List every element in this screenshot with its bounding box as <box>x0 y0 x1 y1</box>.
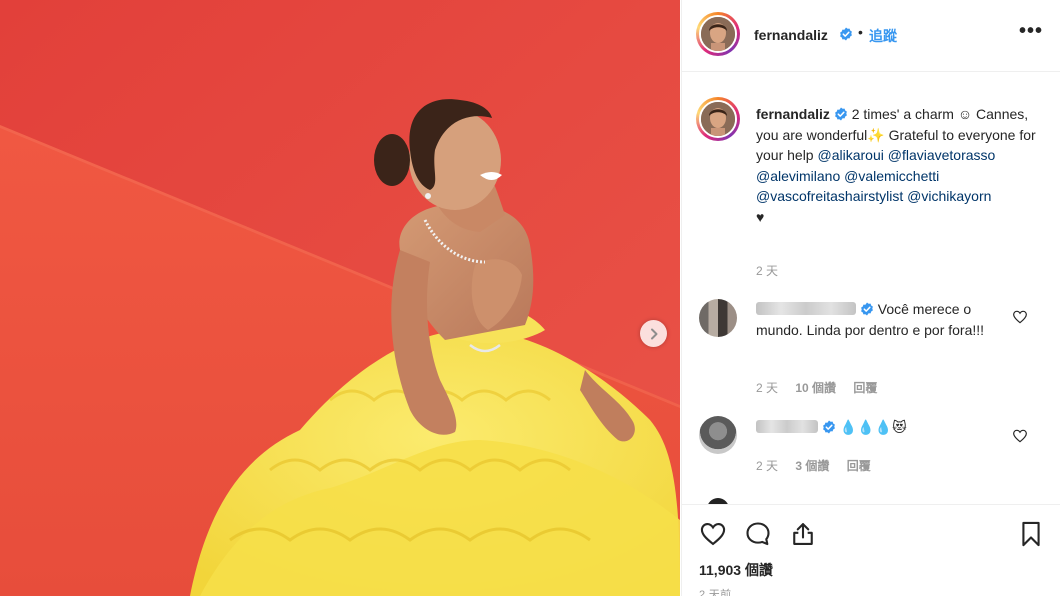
post-photo[interactable] <box>0 0 680 596</box>
header-separator: • <box>858 24 863 40</box>
blurred-username[interactable] <box>756 302 856 315</box>
comments-list[interactable]: fernandaliz 2 times' a charm ☺ Cannes, y… <box>682 73 1060 503</box>
verified-badge-icon <box>834 107 847 121</box>
comment-likes[interactable]: 3 個讚 <box>795 459 829 473</box>
caption-heart: ♥ <box>756 208 765 225</box>
bookmark-icon[interactable] <box>1017 520 1045 548</box>
comment-meta: 2 天 10 個讚 回覆 <box>756 379 891 396</box>
comment-text: 💧💧💧😻 <box>756 417 1011 438</box>
mention-link[interactable]: @alikaroui <box>817 147 883 163</box>
commenter-avatar[interactable] <box>699 299 737 337</box>
share-icon[interactable] <box>789 520 817 548</box>
mention-link[interactable]: @flaviavetorasso <box>888 147 996 163</box>
heart-icon[interactable] <box>699 520 727 548</box>
comment-likes[interactable]: 10 個讚 <box>795 381 836 395</box>
mention-link[interactable]: @alevimilano <box>756 168 840 184</box>
comment-time: 2 天 <box>756 381 779 395</box>
comment-time: 2 天 <box>756 459 779 473</box>
mention-link[interactable]: @vichikayorn <box>907 188 991 204</box>
chevron-right-icon <box>650 328 657 339</box>
caption-avatar-image <box>701 102 735 136</box>
post-time-ago[interactable]: 2 天前 <box>699 586 731 596</box>
comment-meta: 2 天 3 個讚 回覆 <box>756 457 885 474</box>
caption-time: 2 天 <box>756 264 779 278</box>
mention-link[interactable]: @vascofreitashairstylist <box>756 188 903 204</box>
post-likes-count[interactable]: 11,903 個讚 <box>699 560 773 580</box>
like-comment-heart-icon[interactable] <box>1012 309 1028 325</box>
caption-author-avatar[interactable] <box>696 97 740 141</box>
verified-badge-icon <box>860 302 873 316</box>
reply-button[interactable]: 回覆 <box>847 459 871 473</box>
author-avatar[interactable] <box>696 12 740 56</box>
mention-link[interactable]: @valemicchetti <box>844 168 939 184</box>
verified-badge-icon <box>822 420 835 434</box>
red-carpet-photo <box>0 0 680 596</box>
blurred-username[interactable] <box>756 420 818 433</box>
post-header: fernandaliz • 追蹤 ••• <box>682 0 1060 72</box>
post-actions: 11,903 個讚 2 天前 <box>682 504 1060 596</box>
next-photo-button[interactable] <box>640 320 667 347</box>
post-side-panel: fernandaliz • 追蹤 ••• fernandaliz 2 times… <box>681 0 1060 596</box>
caption-text: fernandaliz 2 times' a charm ☺ Cannes, y… <box>756 104 1051 227</box>
follow-button[interactable]: 追蹤 <box>869 26 897 46</box>
caption-username[interactable]: fernandaliz <box>756 106 830 122</box>
caption-line-1: 2 times' a charm ☺ <box>851 106 973 122</box>
comment-text: Você merece o mundo. Linda por dentro e … <box>756 299 1011 340</box>
verified-badge-icon <box>840 27 852 41</box>
reply-button[interactable]: 回覆 <box>853 381 877 395</box>
author-username[interactable]: fernandaliz <box>754 27 828 43</box>
like-comment-heart-icon[interactable] <box>1012 428 1028 444</box>
commenter-avatar[interactable] <box>699 416 737 454</box>
comment-body: 💧💧💧😻 <box>839 419 907 435</box>
author-avatar-image <box>701 17 735 51</box>
comment-icon[interactable] <box>744 520 772 548</box>
more-options-icon[interactable]: ••• <box>1019 20 1043 43</box>
